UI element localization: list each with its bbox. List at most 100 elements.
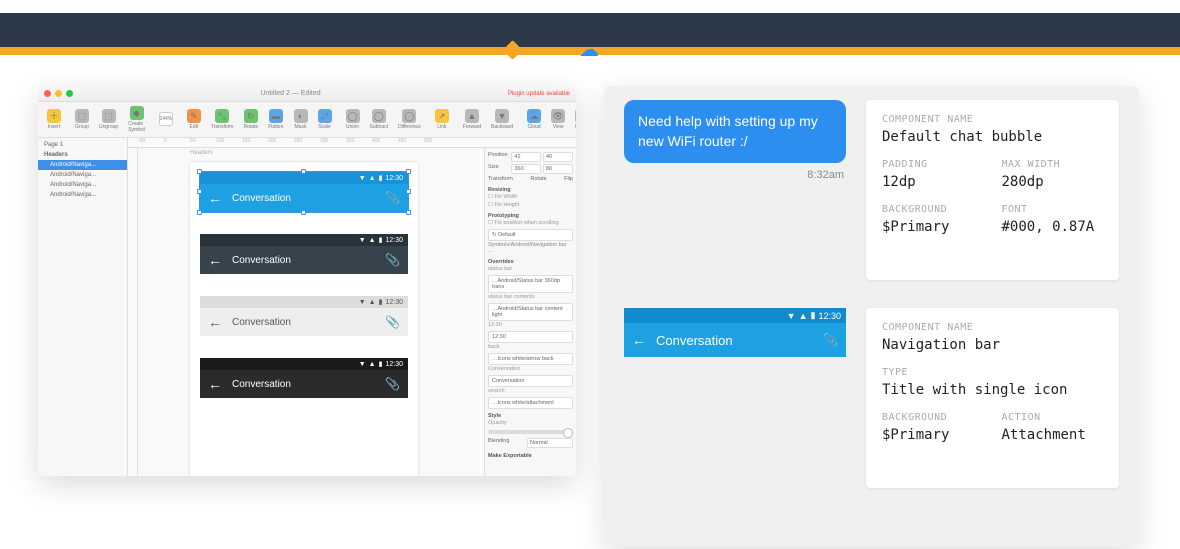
confluence-docs-panel: Need help with setting up my new WiFi ro… (604, 86, 1139, 546)
wifi-icon: ▲ (369, 175, 376, 182)
header-preview-dark[interactable]: ▼▲▮12:30 ← Conversation 📎 (200, 234, 408, 274)
battery-icon: ▮ (379, 298, 383, 306)
clock-text: 12:30 (818, 311, 841, 321)
layer-item[interactable]: Android/Naviga... (38, 190, 127, 200)
tool-transform[interactable]: ⤡Transform (206, 107, 239, 132)
maxwidth-value: 280dp (1002, 174, 1104, 190)
layer-item[interactable]: Android/Naviga... (38, 160, 127, 170)
tool-create-symbol[interactable]: ◆Create Symbol (123, 104, 150, 135)
tool-difference[interactable]: ◯Difference (393, 107, 426, 132)
battery-icon: ▮ (379, 360, 383, 368)
header-preview-light[interactable]: ▼▲▮12:30 ← Conversation 📎 (200, 296, 408, 336)
layer-group-headers[interactable]: Headers (38, 150, 127, 160)
navbar-preview: ▼▲▮12:30 ←Conversation📎 (624, 308, 846, 357)
tool-backward[interactable]: ▼Backward (486, 107, 518, 132)
attachment-icon: 📎 (823, 333, 838, 347)
override-clock[interactable]: 12:30 (488, 331, 573, 343)
tool-subtract[interactable]: ◯Subtract (365, 107, 394, 132)
layers-panel: Page 1 Headers Android/Naviga... Android… (38, 138, 128, 476)
override-search[interactable]: …Icons white/attachment (488, 397, 573, 409)
blending-select[interactable]: Normal (527, 438, 573, 448)
wifi-icon: ▲ (369, 361, 376, 368)
signal-icon: ▼ (359, 175, 366, 182)
signal-icon: ▼ (359, 237, 366, 244)
tool-union[interactable]: ◯Union (341, 107, 365, 132)
close-icon[interactable] (44, 90, 51, 97)
tool-forward[interactable]: ▲Forward (458, 107, 486, 132)
override-statusbar-contents[interactable]: …Android/Status bar content light (488, 303, 573, 321)
type-value: Title with single icon (882, 382, 1103, 398)
attachment-icon: 📎 (385, 191, 400, 205)
clock-text: 12:30 (385, 361, 403, 368)
size-w-input[interactable]: 360 (511, 164, 541, 174)
signal-icon: ▼ (359, 299, 366, 306)
header-preview-blue[interactable]: ▼▲▮12:30 ←Conversation📎 (200, 172, 408, 212)
symbol-override-default[interactable]: ↻ Default (488, 229, 573, 241)
artboard-label[interactable]: Headers (190, 150, 213, 156)
attachment-icon: 📎 (385, 253, 400, 267)
wifi-icon: ▲ (799, 311, 808, 321)
chat-text: Need help with setting up my new WiFi ro… (638, 113, 818, 149)
clock-text: 12:30 (385, 299, 403, 306)
spec-card-navbar: COMPONENT NAME Navigation bar TYPE Title… (866, 308, 1119, 488)
attachment-icon: 📎 (385, 315, 400, 329)
window-titlebar: Untitled 2 — Edited Plugin update availa… (38, 86, 576, 102)
back-arrow-icon: ← (208, 253, 222, 267)
traffic-lights[interactable] (44, 90, 73, 97)
background-value: $Primary (882, 427, 984, 443)
nav-title: Conversation (232, 317, 375, 328)
tool-link[interactable]: ↗Link (430, 107, 454, 132)
spec-card-chat-bubble: COMPONENT NAME Default chat bubble PADDI… (866, 100, 1119, 280)
background-value: $Primary (882, 219, 984, 235)
component-name: Default chat bubble (882, 129, 1103, 145)
tool-edit[interactable]: ✎Edit (182, 107, 206, 132)
tool-insert[interactable]: ＋Insert (42, 107, 66, 132)
tool-rotate[interactable]: ↻Rotate (238, 107, 263, 132)
top-banner: Sketch ☁ Confluence (0, 13, 1180, 55)
minimize-icon[interactable] (55, 90, 62, 97)
size-h-input[interactable]: 80 (543, 164, 573, 174)
signal-icon: ▼ (787, 311, 796, 321)
clock-text: 12:30 (385, 237, 403, 244)
layer-item[interactable]: Android/Naviga... (38, 180, 127, 190)
tool-scale[interactable]: ⤢Scale (313, 107, 337, 132)
wifi-icon: ▲ (369, 299, 376, 306)
maximize-icon[interactable] (66, 90, 73, 97)
tool-cloud[interactable]: ☁Cloud (522, 107, 546, 132)
plugin-notice[interactable]: Plugin update available (508, 91, 570, 97)
back-arrow-icon: ← (208, 315, 222, 329)
artboard[interactable]: ▼▲▮12:30 ←Conversation📎 ▼▲▮12:30 ←Conver… (190, 162, 418, 476)
confluence-cloud-icon: ☁ (579, 43, 599, 57)
clock-text: 12:30 (385, 175, 403, 182)
nav-title: Conversation (232, 255, 375, 266)
attachment-icon: 📎 (385, 377, 400, 391)
override-title[interactable]: Conversation (488, 375, 573, 387)
sketch-app-window: Untitled 2 — Edited Plugin update availa… (38, 86, 576, 476)
back-arrow-icon: ← (632, 333, 646, 347)
tool-group[interactable]: ⬚Group (70, 107, 94, 132)
battery-icon: ▮ (379, 236, 383, 244)
padding-value: 12dp (882, 174, 984, 190)
header-preview-black[interactable]: ▼▲▮12:30 ←Conversation📎 (200, 358, 408, 398)
component-name: Navigation bar (882, 337, 1103, 353)
zoom-level[interactable]: 144% (154, 110, 178, 129)
layer-item[interactable]: Android/Naviga... (38, 170, 127, 180)
tool-ungroup[interactable]: ⬚Ungroup (94, 107, 123, 132)
tool-mask[interactable]: ◐Mask (289, 107, 313, 132)
page-selector[interactable]: Page 1 (38, 140, 127, 150)
canvas[interactable]: Headers ▼▲▮12:30 ←Conversation📎 ▼▲▮12:30… (138, 148, 484, 476)
tool-view[interactable]: 👁View (546, 107, 570, 132)
override-statusbar[interactable]: …Android/Status bar 360dp trans (488, 275, 573, 293)
wifi-icon: ▲ (369, 237, 376, 244)
window-title: Untitled 2 — Edited (73, 90, 508, 97)
override-back[interactable]: …Icons white/arrow back (488, 353, 573, 365)
font-value: #000, 0.87A (1002, 219, 1104, 235)
sketch-toolbar: ＋Insert ⬚Group ⬚Ungroup ◆Create Symbol 1… (38, 102, 576, 138)
sketch-diamond-icon (503, 40, 523, 60)
tool-flatten[interactable]: ▬Flatten (263, 107, 288, 132)
tool-export[interactable]: ⬆Export (570, 107, 576, 132)
action-value: Attachment (1002, 427, 1104, 443)
opacity-slider[interactable] (488, 430, 573, 434)
battery-icon: ▮ (811, 310, 816, 321)
chat-timestamp: 8:32am (624, 169, 846, 181)
